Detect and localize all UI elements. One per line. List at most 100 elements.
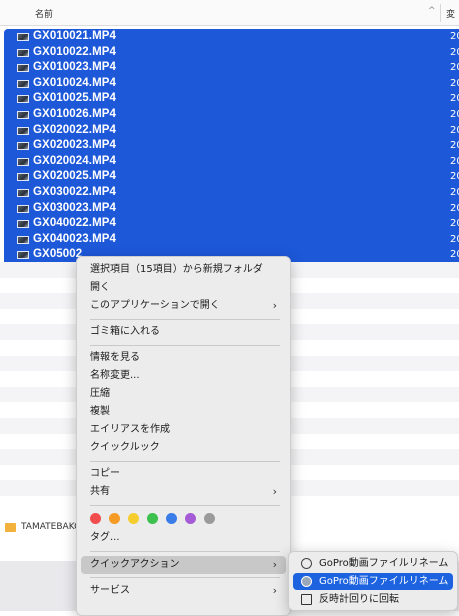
file-name: GX010026.MP4 xyxy=(33,107,117,120)
file-name: GX030022.MP4 xyxy=(33,185,117,198)
submenu-item-label: 反時計回りに回転 xyxy=(319,594,399,605)
chevron-right-icon: › xyxy=(272,299,277,312)
video-thumbnail-icon xyxy=(17,110,29,119)
file-date: 20 xyxy=(450,249,459,261)
file-row[interactable]: GX010025.MP4 20 xyxy=(4,91,459,107)
tag-color-yellow[interactable] xyxy=(128,513,139,524)
submenu-item-rotate-left[interactable]: 反時計回りに回転 xyxy=(293,591,453,608)
tag-color-blue[interactable] xyxy=(166,513,177,524)
menu-item-label: ゴミ箱に入れる xyxy=(90,326,160,337)
menu-item-label: 圧縮 xyxy=(90,388,110,399)
file-row[interactable]: GX040023.MP4 20 xyxy=(4,231,459,248)
menu-item-compress[interactable]: 圧縮 xyxy=(81,385,286,403)
tag-color-row xyxy=(90,513,280,525)
column-header: 名前 ^ 変 xyxy=(0,0,459,26)
menu-item-label: 情報を見る xyxy=(90,352,140,363)
video-thumbnail-icon xyxy=(17,235,29,244)
file-name: GX010024.MP4 xyxy=(33,76,117,89)
menu-item-open-with[interactable]: このアプリケーションで開く › xyxy=(81,297,286,315)
menu-item-label: このアプリケーションで開く xyxy=(90,300,220,311)
menu-item-new-folder-from-selection[interactable]: 選択項目（15項目）から新規フォルダ xyxy=(81,261,286,279)
quick-actions-submenu: GoPro動画ファイルリネーム GoPro動画ファイルリネーム 反時計回りに回転 xyxy=(288,551,458,611)
menu-item-label: サービス xyxy=(90,585,130,596)
file-row[interactable]: GX030022.MP4 20 xyxy=(4,184,459,201)
menu-item-label: 名称変更... xyxy=(90,370,140,381)
menu-item-open[interactable]: 開く xyxy=(81,279,286,297)
file-row[interactable]: GX010024.MP4 20 xyxy=(4,75,459,92)
column-divider[interactable] xyxy=(440,4,441,22)
context-menu: 選択項目（15項目）から新規フォルダ 開く このアプリケーションで開く › ゴミ箱… xyxy=(76,256,291,616)
file-name: GX05002 xyxy=(33,248,83,261)
video-thumbnail-icon xyxy=(17,173,29,182)
name-column-header[interactable]: 名前 xyxy=(35,7,53,20)
menu-item-make-alias[interactable]: エイリアスを作成 xyxy=(81,421,286,439)
video-thumbnail-icon xyxy=(17,142,29,151)
file-name: GX010022.MP4 xyxy=(33,45,117,58)
video-thumbnail-icon xyxy=(17,251,29,260)
menu-item-share[interactable]: 共有 › xyxy=(81,483,286,501)
submenu-item-gopro-rename[interactable]: GoPro動画ファイルリネーム xyxy=(293,555,453,572)
menu-item-label: コピー xyxy=(90,468,120,479)
menu-item-services[interactable]: サービス › xyxy=(81,582,286,600)
folder-icon xyxy=(5,523,16,532)
video-thumbnail-icon xyxy=(17,79,29,88)
menu-item-rename[interactable]: 名称変更... xyxy=(81,367,286,385)
file-row[interactable]: GX010021.MP4 20 xyxy=(4,29,459,45)
menu-item-get-info[interactable]: 情報を見る xyxy=(81,349,286,367)
file-row[interactable]: GX020024.MP4 20 xyxy=(4,153,459,170)
file-name: GX010021.MP4 xyxy=(33,30,117,42)
submenu-item-gopro-rename-active[interactable]: GoPro動画ファイルリネーム xyxy=(293,573,453,590)
file-row[interactable]: GX030023.MP4 20 xyxy=(4,200,459,217)
menu-item-label: 複製 xyxy=(90,406,110,417)
tag-color-gray[interactable] xyxy=(204,513,215,524)
file-date: 20 xyxy=(450,233,459,245)
video-thumbnail-icon xyxy=(17,220,29,229)
menu-item-tags[interactable]: タグ... xyxy=(81,529,286,547)
chevron-right-icon: › xyxy=(272,485,277,498)
file-date: 20 xyxy=(450,31,459,42)
file-name: GX020024.MP4 xyxy=(33,154,117,167)
file-row[interactable]: GX020022.MP4 20 xyxy=(4,122,459,139)
menu-item-duplicate[interactable]: 複製 xyxy=(81,403,286,421)
file-row[interactable]: GX010023.MP4 20 xyxy=(4,60,459,76)
file-row[interactable]: GX020023.MP4 20 xyxy=(4,138,459,154)
video-thumbnail-icon xyxy=(17,95,29,104)
video-thumbnail-icon xyxy=(17,157,29,166)
tag-color-green[interactable] xyxy=(147,513,158,524)
menu-divider xyxy=(90,577,280,578)
video-thumbnail-icon xyxy=(17,48,29,57)
file-date: 20 xyxy=(450,155,459,167)
menu-item-quick-actions[interactable]: クイックアクション › xyxy=(81,556,286,574)
file-date: 20 xyxy=(450,186,459,198)
sort-ascending-icon[interactable]: ^ xyxy=(428,6,436,16)
file-name: GX020023.MP4 xyxy=(33,139,117,152)
menu-item-label: 共有 xyxy=(90,486,110,497)
menu-item-label: タグ... xyxy=(90,532,120,543)
automator-icon xyxy=(301,576,312,587)
file-row[interactable]: GX040022.MP4 20 xyxy=(4,216,459,232)
menu-item-move-to-trash[interactable]: ゴミ箱に入れる xyxy=(81,323,286,341)
menu-divider xyxy=(90,319,280,320)
file-date: 20 xyxy=(450,171,459,183)
file-date: 20 xyxy=(450,124,459,136)
menu-item-quick-look[interactable]: クイックルック xyxy=(81,439,286,457)
file-row[interactable]: GX020025.MP4 20 xyxy=(4,169,459,185)
video-thumbnail-icon xyxy=(17,33,29,41)
file-date: 20 xyxy=(450,202,459,214)
tag-color-purple[interactable] xyxy=(185,513,196,524)
file-row[interactable]: GX010026.MP4 20 xyxy=(4,106,459,123)
chevron-right-icon: › xyxy=(272,558,277,571)
file-date: 20 xyxy=(450,46,459,58)
file-name: GX020025.MP4 xyxy=(33,170,117,183)
menu-item-label: 開く xyxy=(90,282,110,293)
modified-column-header[interactable]: 変 xyxy=(446,7,455,20)
file-name: GX010023.MP4 xyxy=(33,61,117,74)
menu-divider xyxy=(90,345,280,346)
menu-item-label: エイリアスを作成 xyxy=(90,424,170,435)
menu-divider xyxy=(90,461,280,462)
tag-color-orange[interactable] xyxy=(109,513,120,524)
file-row[interactable]: GX010022.MP4 20 xyxy=(4,44,459,61)
folder-label: TAMATEBAKO xyxy=(21,522,82,532)
tag-color-red[interactable] xyxy=(90,513,101,524)
menu-item-copy[interactable]: コピー xyxy=(81,465,286,483)
